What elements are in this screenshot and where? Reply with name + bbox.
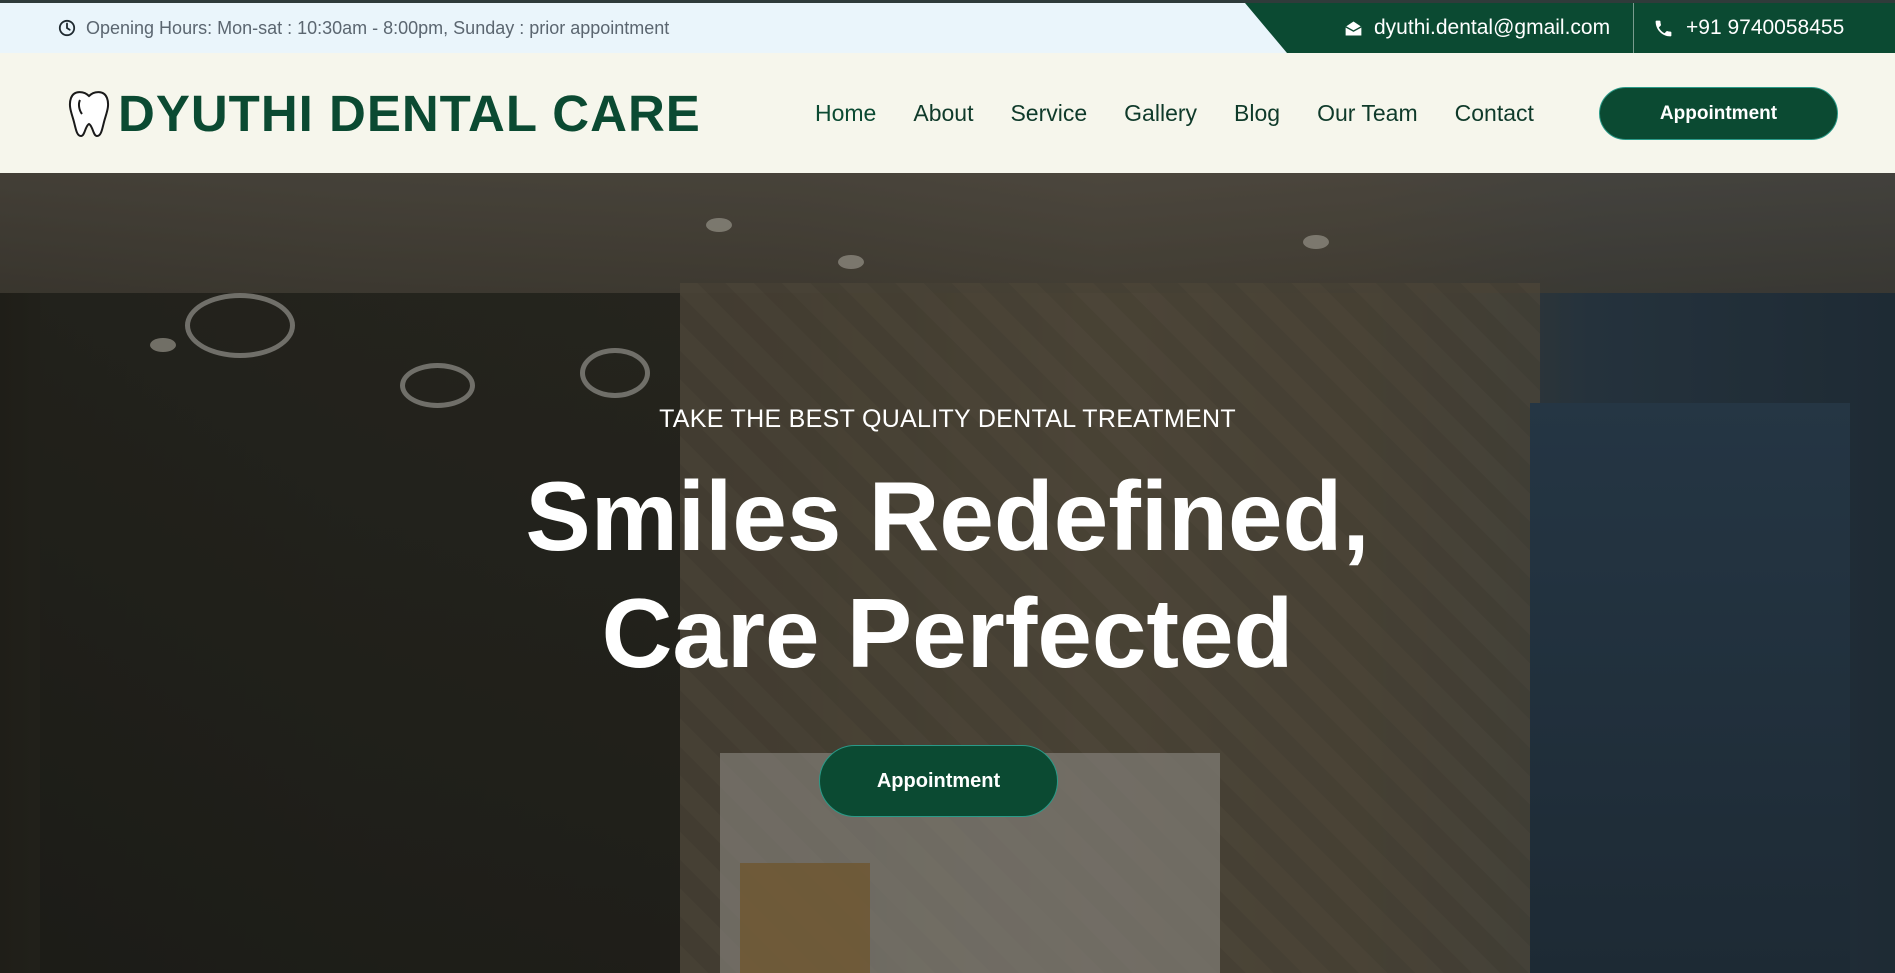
nav-contact[interactable]: Contact xyxy=(1455,100,1534,127)
phone-text[interactable]: +91 9740058455 xyxy=(1686,16,1844,40)
nav-blog[interactable]: Blog xyxy=(1234,100,1280,127)
nav-gallery[interactable]: Gallery xyxy=(1124,100,1197,127)
nav-home[interactable]: Home xyxy=(815,100,876,127)
hero-title-line-2: Care Perfected xyxy=(601,578,1294,688)
clock-icon xyxy=(58,19,76,37)
hero-section: TAKE THE BEST QUALITY DENTAL TREATMENT S… xyxy=(0,173,1895,973)
header-appointment-button[interactable]: Appointment xyxy=(1599,87,1838,140)
hero-title: Smiles Redefined, Care Perfected xyxy=(0,458,1895,692)
main-nav: Home About Service Gallery Blog Our Team… xyxy=(815,53,1534,173)
nav-about[interactable]: About xyxy=(913,100,973,127)
top-bar: Opening Hours: Mon-sat : 10:30am - 8:00p… xyxy=(0,0,1895,53)
site-header: DYUTHI DENTAL CARE Home About Service Ga… xyxy=(0,53,1895,173)
nav-our-team[interactable]: Our Team xyxy=(1317,100,1418,127)
logo[interactable]: DYUTHI DENTAL CARE xyxy=(66,53,701,173)
tooth-icon xyxy=(68,91,110,138)
hero-title-line-1: Smiles Redefined, xyxy=(525,461,1370,571)
phone-link[interactable]: +91 9740058455 xyxy=(1653,3,1844,53)
phone-icon xyxy=(1655,20,1672,36)
email-link[interactable]: dyuthi.dental@gmail.com xyxy=(1343,3,1610,53)
opening-hours: Opening Hours: Mon-sat : 10:30am - 8:00p… xyxy=(58,3,669,53)
logo-text: DYUTHI DENTAL CARE xyxy=(118,84,701,142)
contact-divider xyxy=(1633,3,1634,53)
envelope-open-icon xyxy=(1345,21,1362,35)
nav-service[interactable]: Service xyxy=(1010,100,1087,127)
hero-appointment-button[interactable]: Appointment xyxy=(819,745,1058,817)
email-text[interactable]: dyuthi.dental@gmail.com xyxy=(1374,16,1610,40)
hero-subtitle: TAKE THE BEST QUALITY DENTAL TREATMENT xyxy=(659,405,1236,433)
opening-hours-text: Opening Hours: Mon-sat : 10:30am - 8:00p… xyxy=(86,17,670,38)
